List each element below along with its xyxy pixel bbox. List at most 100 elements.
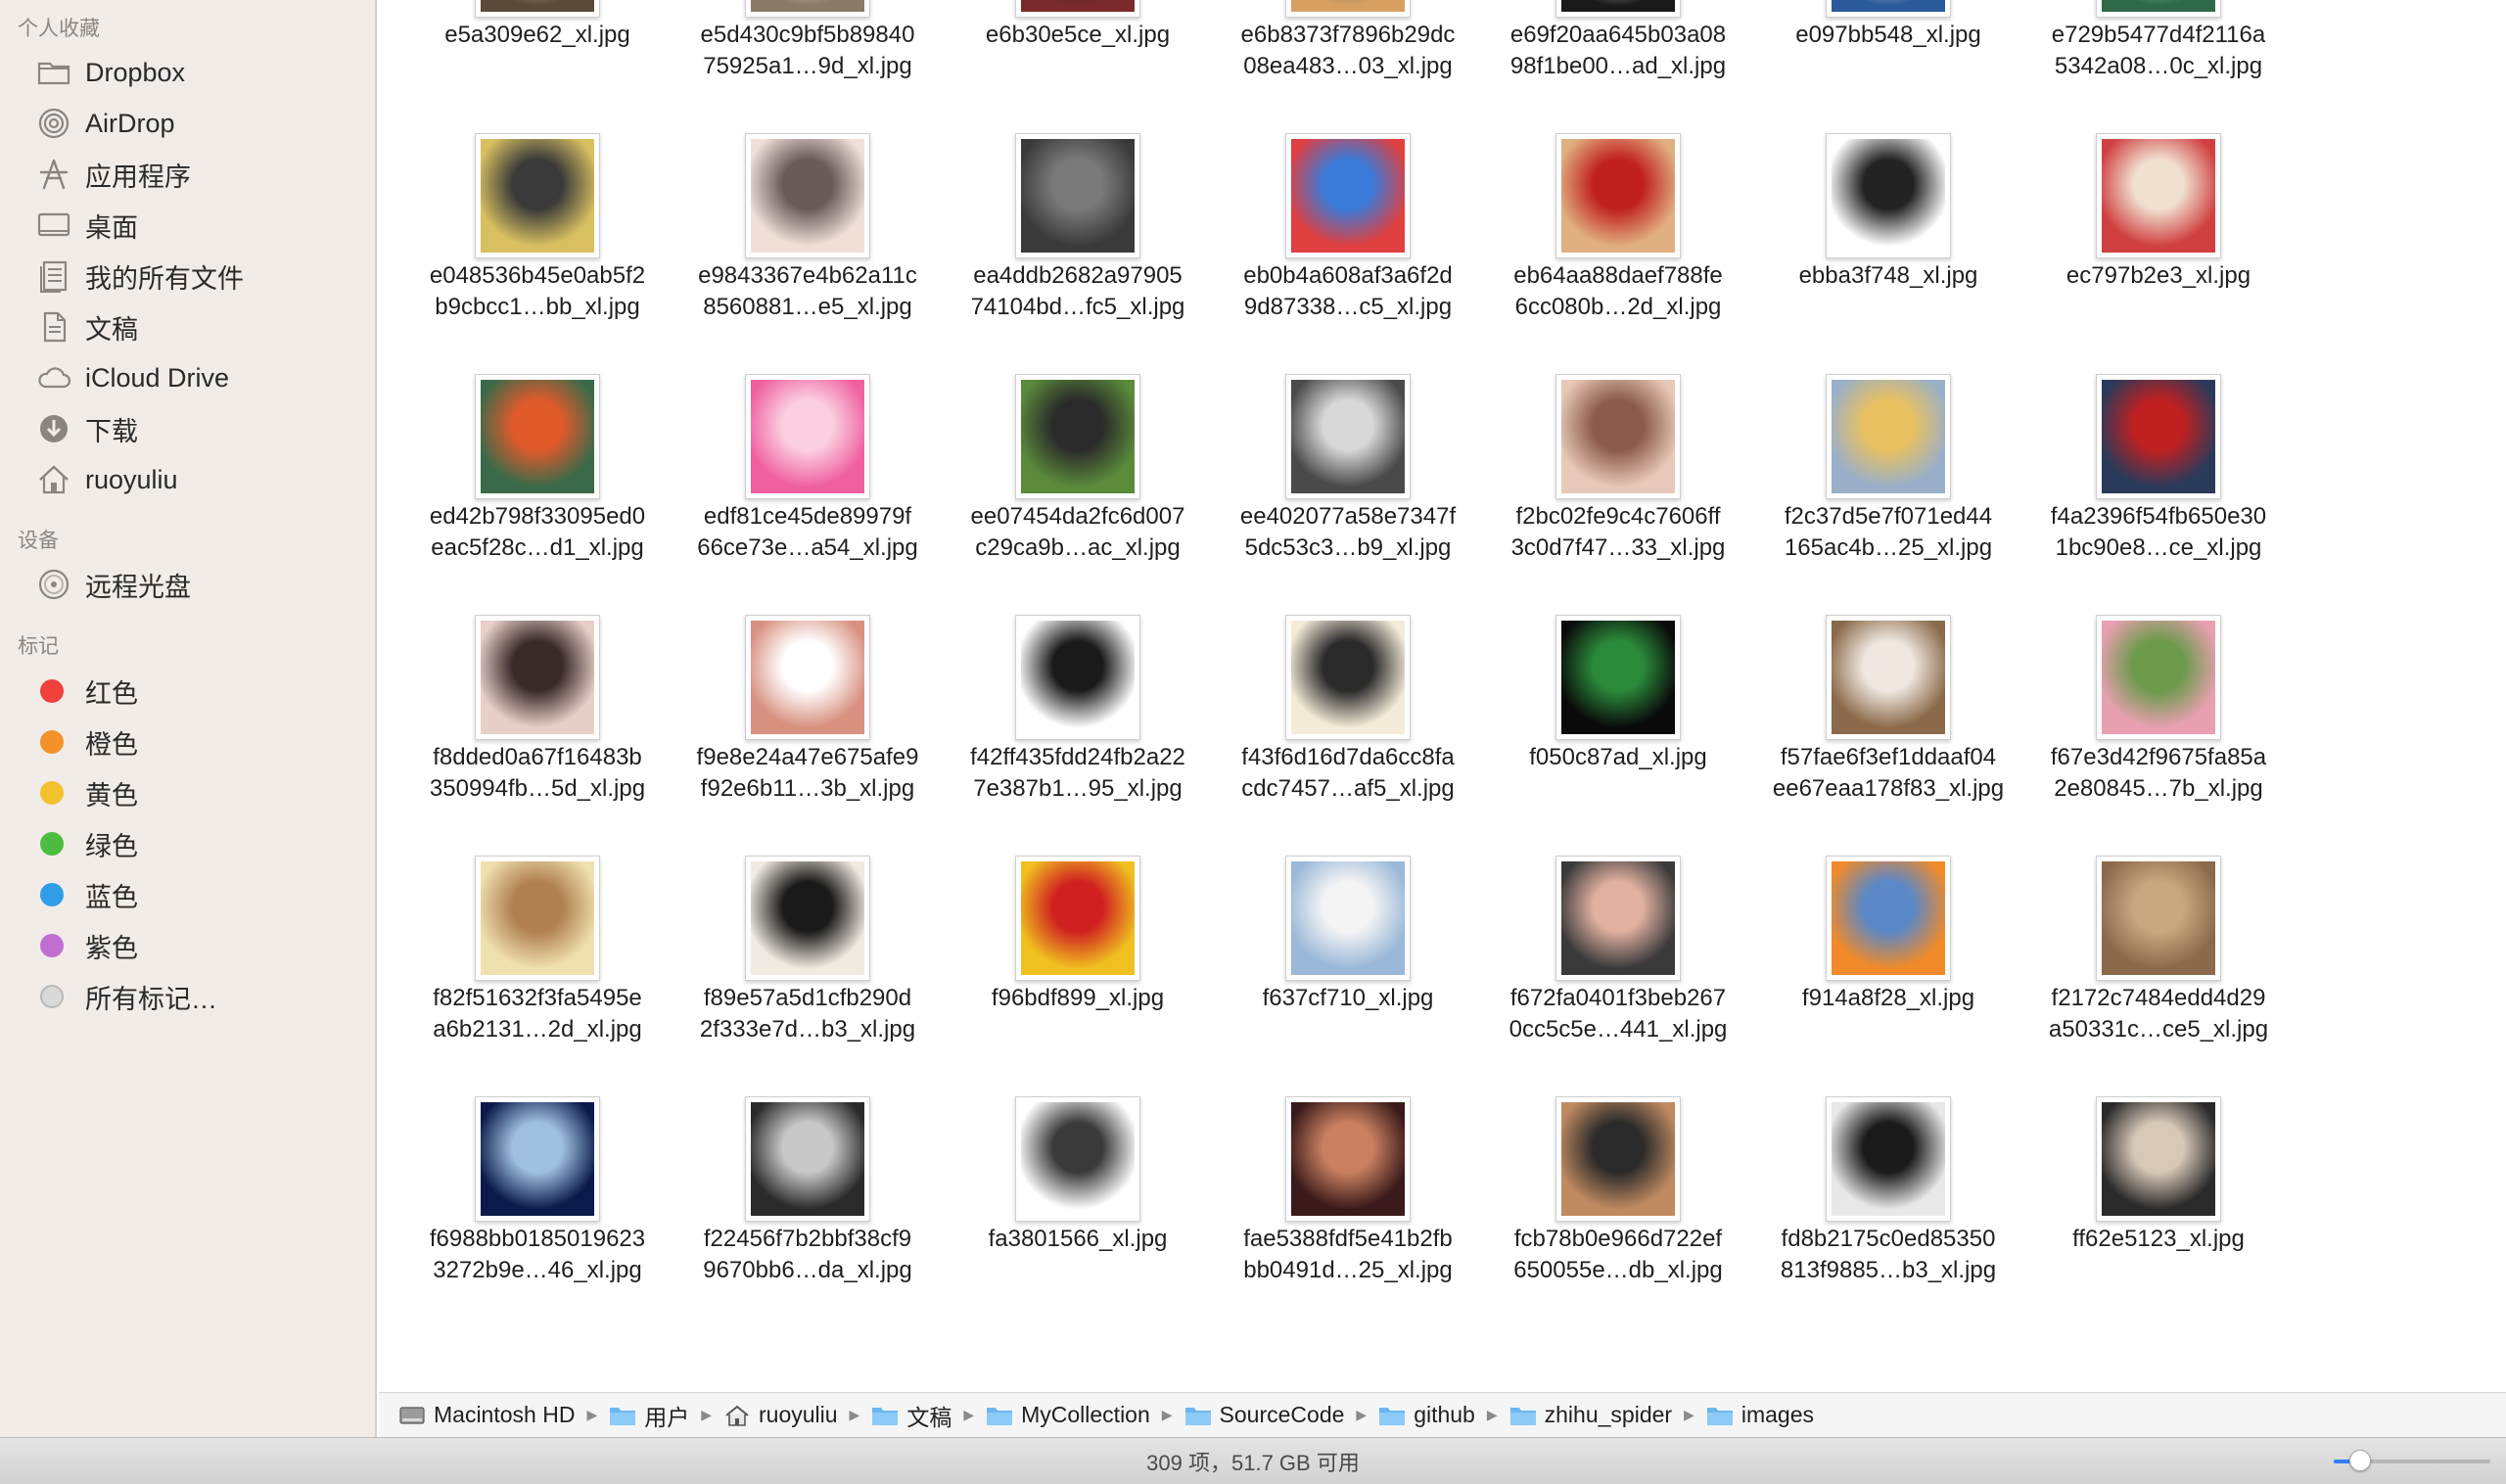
sidebar-item-dropbox[interactable]: Dropbox [0,49,375,96]
file-item[interactable]: f9e8e24a47e675afe9 f92e6b11…3b_xl.jpg [673,615,943,856]
file-item[interactable]: e6b8373f7896b29dc 08ea483…03_xl.jpg [1213,0,1483,133]
path-crumb[interactable]: ruoyuliu [723,1402,838,1428]
path-crumb[interactable]: github [1378,1402,1475,1428]
file-thumbnail[interactable] [1826,1096,1951,1222]
file-item[interactable]: eb64aa88daef788fe 6cc080b…2d_xl.jpg [1483,133,1753,374]
file-thumbnail[interactable] [1285,1096,1411,1222]
file-thumbnail[interactable] [1555,374,1681,499]
sidebar-tag-item[interactable]: 紫色 [0,922,375,969]
file-thumbnail[interactable] [1285,133,1411,258]
file-thumbnail[interactable] [475,856,600,981]
icon-size-slider[interactable] [2334,1450,2490,1471]
path-crumb[interactable]: images [1706,1402,1814,1428]
path-crumb[interactable]: MyCollection [986,1402,1150,1428]
file-item[interactable]: ea4ddb2682a97905 74104bd…fc5_xl.jpg [943,133,1213,374]
file-thumbnail[interactable] [1826,0,1951,18]
file-thumbnail[interactable] [2096,1096,2221,1222]
file-item[interactable]: ee402077a58e7347f 5dc53c3…b9_xl.jpg [1213,374,1483,615]
file-thumbnail[interactable] [1555,856,1681,981]
file-thumbnail[interactable] [1826,615,1951,740]
sidebar-item-ruoyuliu[interactable]: ruoyuliu [0,456,375,503]
file-item[interactable]: f637cf710_xl.jpg [1213,856,1483,1096]
file-thumbnail[interactable] [1015,133,1140,258]
file-thumbnail[interactable] [745,0,870,18]
path-crumb[interactable]: Macintosh HD [398,1402,575,1428]
file-item[interactable]: f050c87ad_xl.jpg [1483,615,1753,856]
file-item[interactable]: f42ff435fdd24fb2a22 7e387b1…95_xl.jpg [943,615,1213,856]
file-thumbnail[interactable] [1015,1096,1140,1222]
file-item[interactable]: fd8b2175c0ed85350 813f9885…b3_xl.jpg [1753,1096,2023,1337]
file-item[interactable]: f67e3d42f9675fa85a 2e80845…7b_xl.jpg [2023,615,2294,856]
file-item[interactable]: ee07454da2fc6d007 c29ca9b…ac_xl.jpg [943,374,1213,615]
sidebar-item-icloud-drive[interactable]: iCloud Drive [0,354,375,401]
file-item[interactable]: f89e57a5d1cfb290d 2f333e7d…b3_xl.jpg [673,856,943,1096]
sidebar-item-airdrop[interactable]: AirDrop [0,100,375,147]
sidebar-item-桌面[interactable]: 桌面 [0,202,375,249]
file-item[interactable]: f82f51632f3fa5495e a6b2131…2d_xl.jpg [402,856,673,1096]
file-item[interactable]: f914a8f28_xl.jpg [1753,856,2023,1096]
file-item[interactable]: f2bc02fe9c4c7606ff 3c0d7f47…33_xl.jpg [1483,374,1753,615]
file-item[interactable]: f8dded0a67f16483b 350994fb…5d_xl.jpg [402,615,673,856]
file-thumbnail[interactable] [1285,615,1411,740]
file-item[interactable]: f22456f7b2bbf38cf9 9670bb6…da_xl.jpg [673,1096,943,1337]
path-crumb[interactable]: 文稿 [871,1399,951,1432]
sidebar-tag-item[interactable]: 红色 [0,668,375,715]
file-thumbnail[interactable] [2096,133,2221,258]
sidebar-item-下载[interactable]: 下载 [0,405,375,452]
file-thumbnail[interactable] [2096,615,2221,740]
file-thumbnail[interactable] [1826,856,1951,981]
sidebar-item-我的所有文件[interactable]: 我的所有文件 [0,253,375,300]
sidebar-tag-item[interactable]: 橙色 [0,719,375,765]
file-item[interactable]: f4a2396f54fb650e30 1bc90e8…ce_xl.jpg [2023,374,2294,615]
file-thumbnail[interactable] [745,133,870,258]
sidebar-tag-item[interactable]: 所有标记… [0,973,375,1020]
file-thumbnail[interactable] [745,615,870,740]
file-item[interactable]: e5a309e62_xl.jpg [402,0,673,133]
path-crumb[interactable]: zhihu_spider [1509,1402,1672,1428]
file-thumbnail[interactable] [1015,615,1140,740]
sidebar-item-文稿[interactable]: 文稿 [0,303,375,350]
file-item[interactable]: eb0b4a608af3a6f2d 9d87338…c5_xl.jpg [1213,133,1483,374]
sidebar-item-应用程序[interactable]: 应用程序 [0,151,375,198]
file-thumbnail[interactable] [1555,133,1681,258]
file-thumbnail[interactable] [1285,0,1411,18]
file-item[interactable]: f43f6d16d7da6cc8fa cdc7457…af5_xl.jpg [1213,615,1483,856]
file-thumbnail[interactable] [1015,374,1140,499]
file-thumbnail[interactable] [1555,0,1681,18]
file-item[interactable]: e729b5477d4f2116a 5342a08…0c_xl.jpg [2023,0,2294,133]
file-item[interactable]: f2172c7484edd4d29 a50331c…ce5_xl.jpg [2023,856,2294,1096]
file-item[interactable]: e9843367e4b62a11c 8560881…e5_xl.jpg [673,133,943,374]
sidebar-tag-item[interactable]: 黄色 [0,769,375,816]
file-thumbnail[interactable] [475,1096,600,1222]
file-thumbnail[interactable] [745,374,870,499]
path-crumb[interactable]: SourceCode [1184,1402,1344,1428]
file-item[interactable]: f2c37d5e7f071ed44 165ac4b…25_xl.jpg [1753,374,2023,615]
file-thumbnail[interactable] [1015,0,1140,18]
sidebar-tag-item[interactable]: 蓝色 [0,871,375,918]
file-item[interactable]: e097bb548_xl.jpg [1753,0,2023,133]
file-item[interactable]: ff62e5123_xl.jpg [2023,1096,2294,1337]
slider-knob[interactable] [2349,1450,2372,1471]
file-thumbnail[interactable] [745,1096,870,1222]
file-thumbnail[interactable] [1015,856,1140,981]
file-item[interactable]: f6988bb0185019623 3272b9e…46_xl.jpg [402,1096,673,1337]
path-crumb[interactable]: 用户 [609,1399,689,1432]
file-grid[interactable]: e5a309e62_xl.jpg e5d430c9bf5b89840 75925a1… [379,0,2506,1390]
file-thumbnail[interactable] [1555,615,1681,740]
file-thumbnail[interactable] [2096,374,2221,499]
file-item[interactable]: e048536b45e0ab5f2 b9cbcc1…bb_xl.jpg [402,133,673,374]
file-thumbnail[interactable] [475,374,600,499]
file-item[interactable]: ec797b2e3_xl.jpg [2023,133,2294,374]
file-thumbnail[interactable] [2096,856,2221,981]
sidebar-item-remote-disc[interactable]: 远程光盘 [0,561,375,608]
file-item[interactable]: fae5388fdf5e41b2fb bb0491d…25_xl.jpg [1213,1096,1483,1337]
file-item[interactable]: e5d430c9bf5b89840 75925a1…9d_xl.jpg [673,0,943,133]
file-thumbnail[interactable] [2096,0,2221,18]
file-thumbnail[interactable] [1826,133,1951,258]
file-thumbnail[interactable] [475,0,600,18]
file-item[interactable]: fa3801566_xl.jpg [943,1096,1213,1337]
file-item[interactable]: f96bdf899_xl.jpg [943,856,1213,1096]
file-thumbnail[interactable] [1826,374,1951,499]
file-item[interactable]: f672fa0401f3beb267 0cc5c5e…441_xl.jpg [1483,856,1753,1096]
file-item[interactable]: ed42b798f33095ed0 eac5f28c…d1_xl.jpg [402,374,673,615]
